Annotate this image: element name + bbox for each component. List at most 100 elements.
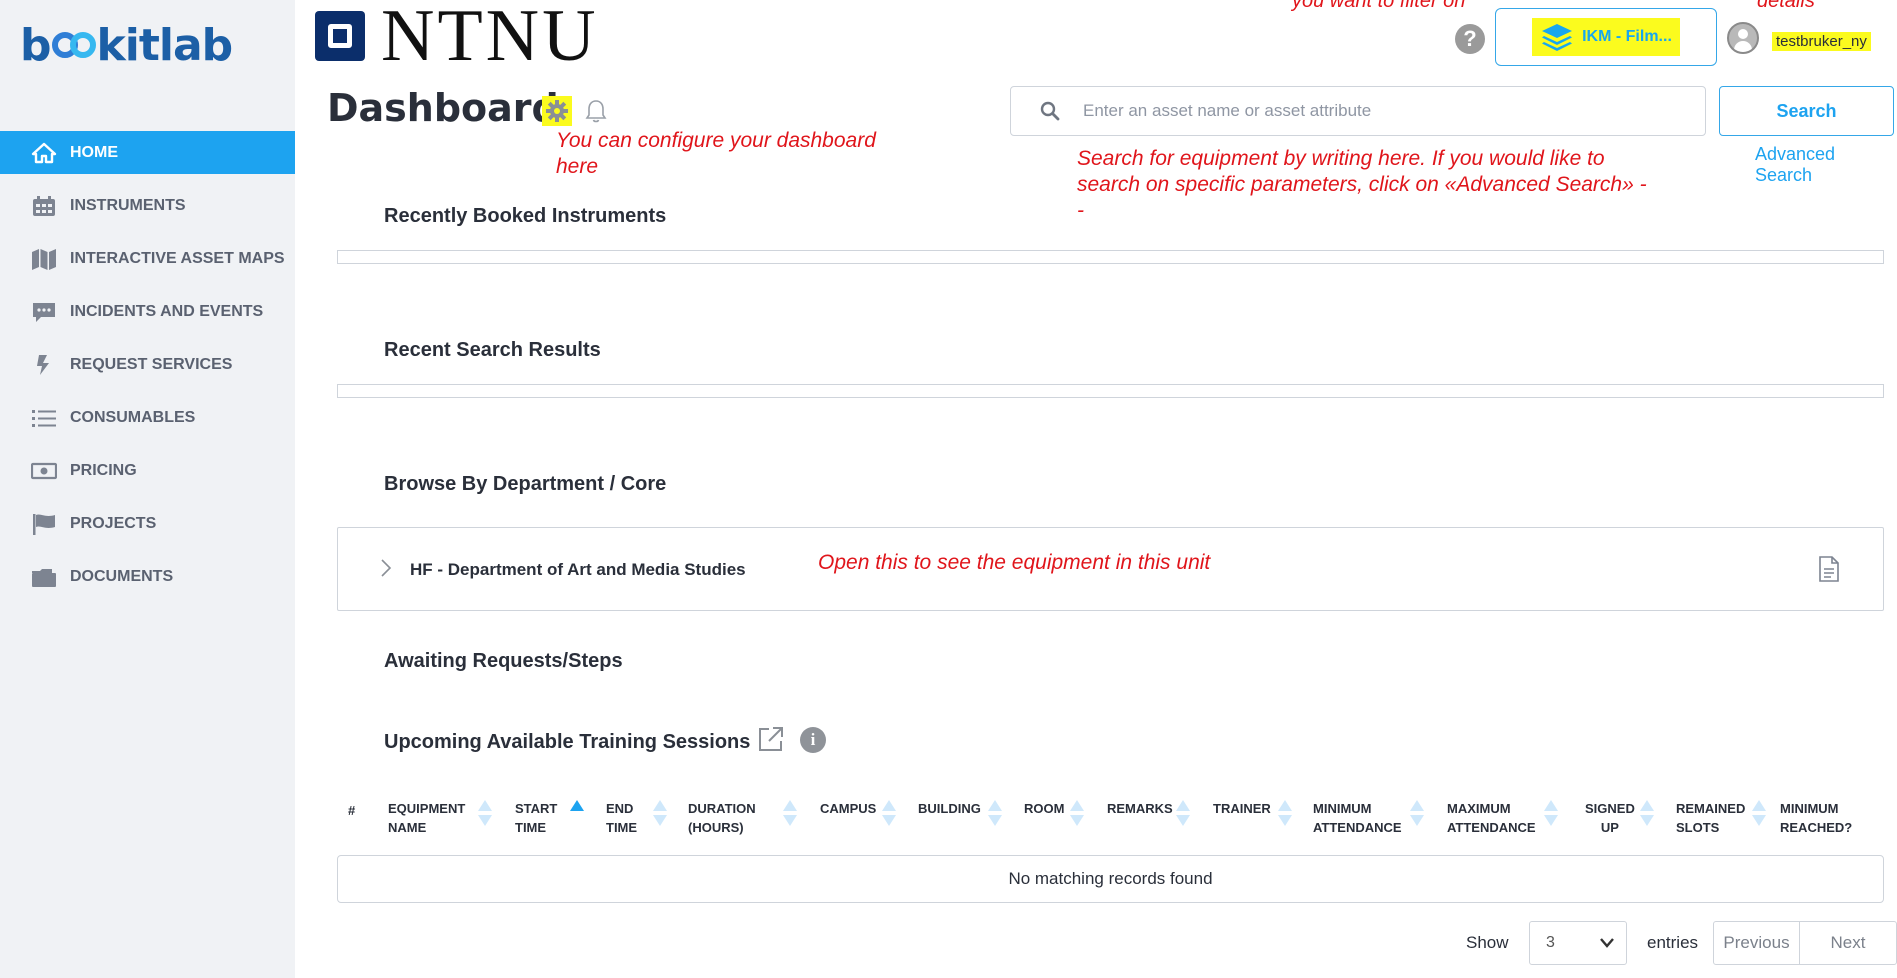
chevron-down-icon [1600,938,1614,948]
flag-icon [30,513,58,535]
logo-text-right: kitlab [96,19,234,71]
sidebar-item-label: PROJECTS [70,514,157,532]
table-empty-message: No matching records found [337,855,1884,903]
sidebar-item-instruments[interactable]: INSTRUMENTS [0,184,295,227]
sidebar-item-documents[interactable]: DOCUMENTS [0,555,295,598]
column-header-minimum-reached[interactable]: MINIMUM REACHED? [1780,799,1852,837]
chat-icon [30,301,58,323]
column-header-duration[interactable]: DURATION (HOURS) [688,799,756,837]
column-header-remarks[interactable]: REMARKS [1107,799,1173,818]
sidebar-item-incidents-and-events[interactable]: INCIDENTS AND EVENTS [0,290,295,333]
recently-booked-panel [337,250,1884,264]
info-icon[interactable]: i [800,727,826,753]
sort-icon[interactable] [1543,799,1559,827]
money-icon [30,460,58,482]
show-label: Show [1466,933,1509,952]
annotation-user: details [1757,0,1815,12]
sort-icon[interactable] [1639,799,1655,827]
sort-icon[interactable] [477,799,493,827]
sort-icon[interactable] [1409,799,1425,827]
unit-filter-highlight: IKM - Film... [1532,18,1680,56]
browse-title: Browse By Department / Core [384,473,667,495]
app-page: b kitlab HOME INSTRUMENTS INTERACTIVE AS… [0,0,1897,978]
sidebar-item-pricing[interactable]: PRICING [0,449,295,492]
calendar-icon [30,195,58,217]
user-avatar-icon[interactable] [1727,22,1759,54]
annotation-configure-line2: here [556,155,599,178]
sidebar-item-interactive-asset-maps[interactable]: INTERACTIVE ASSET MAPS [0,237,295,280]
annotation-search-line3: - [1077,199,1084,222]
help-icon[interactable]: ? [1455,24,1485,54]
sidebar-item-consumables[interactable]: CONSUMABLES [0,396,295,439]
ntnu-logo: NTNU [315,0,599,77]
sidebar-item-label: INTERACTIVE ASSET MAPS [70,249,285,267]
ntnu-logo-mark-icon [315,11,365,61]
department-label[interactable]: HF - Department of Art and Media Studies [410,560,746,580]
list-icon [30,407,58,429]
sidebar-item-label: INSTRUMENTS [70,196,186,214]
search-input[interactable] [1083,101,1683,121]
logo-rings-icon [51,32,96,58]
bolt-icon [30,354,58,376]
annotation-filter: you want to filter on [1292,0,1466,12]
ntnu-logo-text: NTNU [381,0,599,77]
page-size-select[interactable]: 3 [1529,921,1627,965]
column-header-building[interactable]: BUILDING [918,799,981,818]
previous-page-button[interactable]: Previous [1713,921,1800,965]
sidebar-item-home[interactable]: HOME [0,131,295,174]
gear-icon[interactable] [542,96,572,126]
column-header-equipment-name[interactable]: EQUIPMENT NAME [388,799,465,837]
folder-icon [30,566,58,588]
sidebar-item-request-services[interactable]: REQUEST SERVICES [0,343,295,386]
sidebar-item-label: INCIDENTS AND EVENTS [70,302,264,320]
sidebar-item-label: PRICING [70,461,137,479]
sort-ascending-icon[interactable] [569,799,585,827]
sidebar-item-projects[interactable]: PROJECTS [0,502,295,545]
column-header-minimum-attendance[interactable]: MINIMUM ATTENDANCE [1313,799,1402,837]
sort-icon[interactable] [1751,799,1767,827]
annotation-unit: Open this to see the equipment in this u… [818,551,1211,574]
annotation-search-line1: Search for equipment by writing here. If… [1077,147,1605,170]
sidebar-item-label: REQUEST SERVICES [70,355,233,373]
column-header-signed-up[interactable]: SIGNED UP [1585,799,1635,837]
chevron-right-icon[interactable] [380,558,392,578]
sort-icon[interactable] [782,799,798,827]
search-button[interactable]: Search [1719,86,1894,136]
page-size-value: 3 [1546,934,1555,951]
entries-label: entries [1647,933,1699,952]
bell-icon[interactable] [584,98,608,124]
column-header-campus[interactable]: CAMPUS [820,799,876,818]
column-header-end-time[interactable]: END TIME [606,799,637,837]
column-header-room[interactable]: ROOM [1024,799,1064,818]
column-header-remained-slots[interactable]: REMAINED SLOTS [1676,799,1745,837]
column-header-trainer[interactable]: TRAINER [1213,799,1271,818]
training-table-header: # EQUIPMENT NAME START TIME END TIME DURATI… [337,799,1884,841]
sort-icon[interactable] [652,799,668,827]
column-header-start-time[interactable]: START TIME [515,799,557,837]
sidebar: b kitlab HOME INSTRUMENTS INTERACTIVE AS… [0,0,295,978]
username[interactable]: testbruker_ny [1772,32,1871,51]
annotation-configure-line1: You can configure your dashboard [556,129,876,152]
advanced-search-link[interactable]: Advanced Search [1755,144,1897,186]
unit-filter-button[interactable]: IKM - Film... [1495,8,1717,66]
sidebar-item-label: HOME [70,143,118,161]
next-page-button[interactable]: Next [1799,921,1897,965]
recently-booked-title: Recently Booked Instruments [384,205,667,227]
search-icon [1040,101,1060,121]
sort-icon[interactable] [1277,799,1293,827]
bookitlab-logo[interactable]: b kitlab [20,10,234,80]
sort-icon[interactable] [881,799,897,827]
sort-icon[interactable] [987,799,1003,827]
column-header-maximum-attendance[interactable]: MAXIMUM ATTENDANCE [1447,799,1536,837]
awaiting-title: Awaiting Requests/Steps [384,650,623,672]
recent-search-title: Recent Search Results [384,339,601,361]
search-field[interactable] [1010,86,1706,136]
sort-icon[interactable] [1069,799,1085,827]
sort-icon[interactable] [1175,799,1191,827]
sidebar-nav: HOME INSTRUMENTS INTERACTIVE ASSET MAPS … [0,131,295,608]
column-header-number[interactable]: # [348,801,355,820]
document-icon[interactable] [1819,556,1839,582]
training-title: Upcoming Available Training Sessions [384,731,751,753]
page-title: Dashboard [327,86,559,130]
external-link-icon[interactable] [757,725,785,753]
